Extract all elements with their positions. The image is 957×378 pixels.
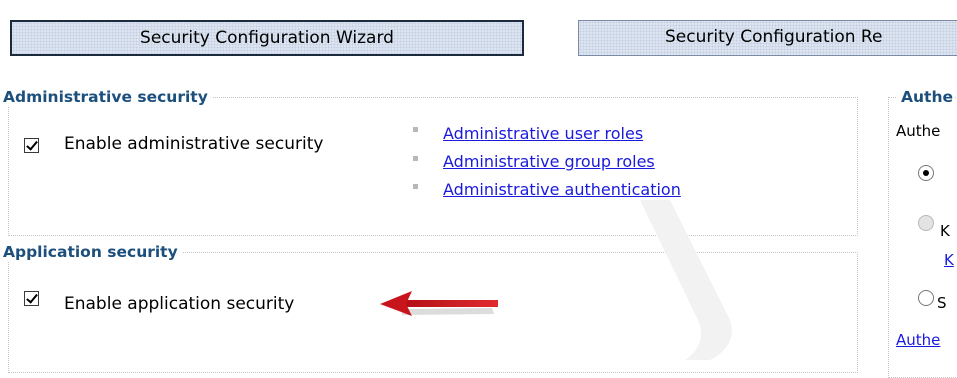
administrative-security-legend: Administrative security bbox=[3, 88, 212, 106]
authentication-option-2-radio[interactable] bbox=[918, 215, 934, 231]
red-arrow-icon bbox=[380, 291, 498, 316]
watermark-stroke bbox=[640, 200, 732, 360]
security-configuration-wizard-button[interactable]: Security Configuration Wizard bbox=[10, 20, 524, 56]
authentication-option-1-radio[interactable] bbox=[918, 165, 934, 181]
authentication-option-3-radio[interactable] bbox=[918, 290, 934, 306]
application-security-legend: Application security bbox=[3, 243, 182, 261]
bullet-icon bbox=[413, 127, 418, 132]
bullet-icon bbox=[413, 156, 418, 161]
enable-administrative-security-checkbox[interactable] bbox=[24, 138, 39, 153]
administrative-authentication-link[interactable]: Administrative authentication bbox=[443, 180, 681, 199]
authentication-bottom-link[interactable]: Authe bbox=[896, 331, 940, 349]
authentication-option-3-label: S bbox=[937, 294, 947, 312]
administrative-group-roles-link[interactable]: Administrative group roles bbox=[443, 152, 655, 171]
authentication-option-2-sub-link[interactable]: K bbox=[944, 251, 954, 269]
authentication-option-2-label: K bbox=[940, 222, 950, 240]
administrative-user-roles-link[interactable]: Administrative user roles bbox=[443, 124, 643, 143]
enable-administrative-security-label: Enable administrative security bbox=[64, 134, 324, 154]
enable-application-security-label: Enable application security bbox=[64, 294, 295, 314]
bullet-icon bbox=[413, 184, 418, 189]
authentication-label: Authe bbox=[896, 122, 941, 140]
security-configuration-report-button[interactable]: Security Configuration Re bbox=[578, 20, 957, 56]
authentication-legend: Authe bbox=[897, 88, 955, 106]
enable-application-security-checkbox[interactable] bbox=[24, 291, 39, 306]
